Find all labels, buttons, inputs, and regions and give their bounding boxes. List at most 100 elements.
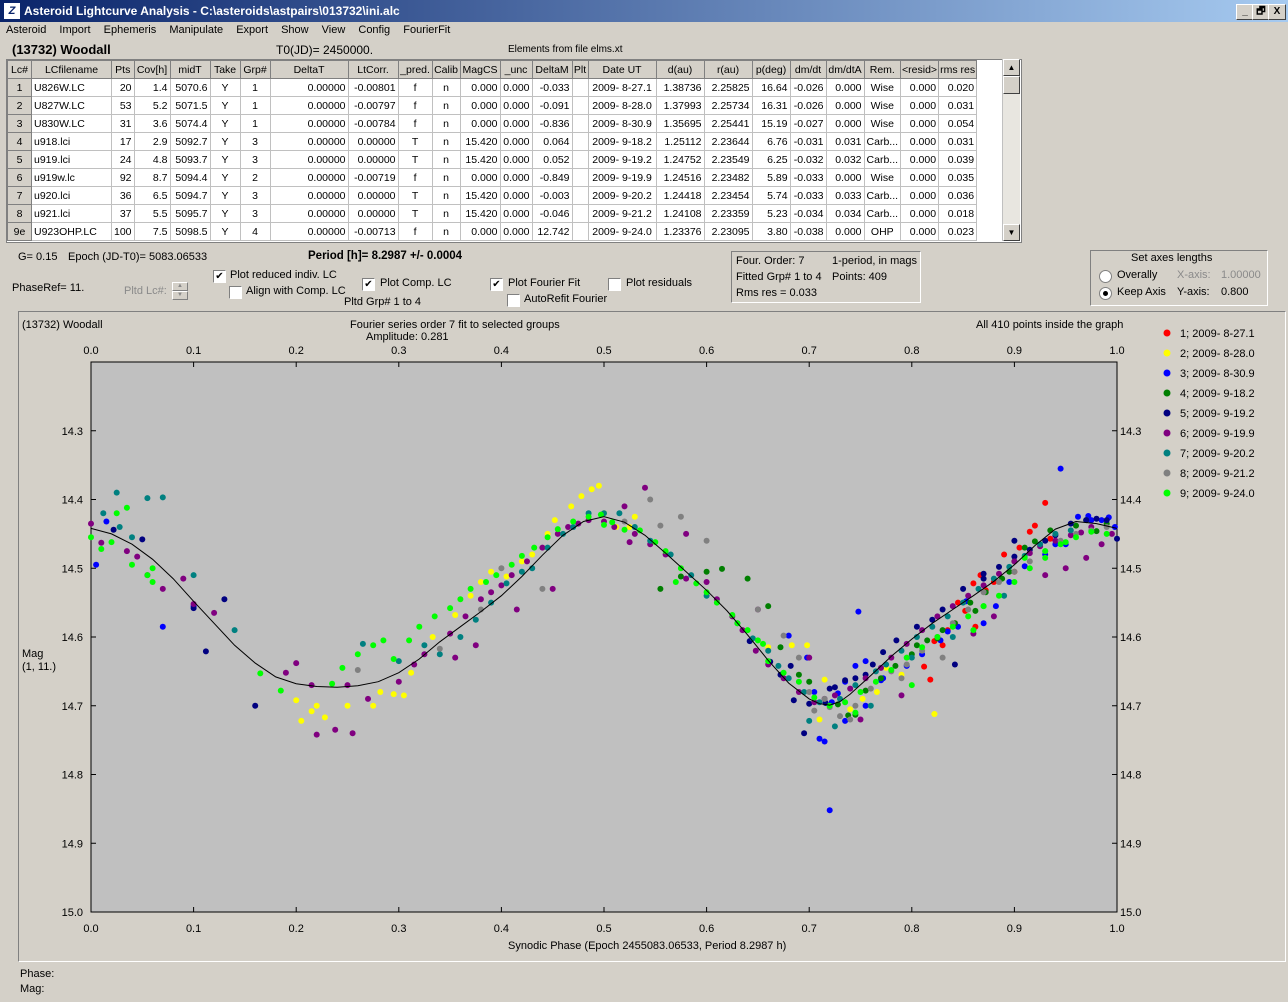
- data-point: [842, 717, 849, 724]
- data-point: [377, 689, 384, 695]
- data-point: [344, 702, 351, 709]
- data-point: [898, 692, 905, 699]
- data-point: [390, 656, 397, 662]
- data-point: [472, 642, 479, 649]
- data-point: [1088, 528, 1095, 535]
- data-point: [683, 575, 690, 582]
- y-tick-label-right: 15.0: [1120, 907, 1141, 919]
- data-point: [1042, 499, 1049, 506]
- legend-label[interactable]: 7; 2009- 9-20.2: [1180, 448, 1255, 460]
- legend-swatch: [1163, 409, 1171, 417]
- data-point: [996, 592, 1002, 599]
- data-point: [831, 723, 838, 730]
- x-tick-label-top: 0.9: [1007, 345, 1022, 357]
- legend-label[interactable]: 4; 2009- 9-18.2: [1180, 388, 1255, 400]
- data-point: [719, 565, 725, 572]
- y-tick-label-right: 14.9: [1120, 838, 1141, 850]
- data-point: [277, 687, 284, 694]
- data-point: [795, 654, 802, 661]
- legend-label[interactable]: 6; 2009- 9-19.9: [1180, 428, 1255, 440]
- data-point: [1073, 534, 1079, 541]
- data-point: [551, 517, 558, 524]
- legend-swatch: [1163, 369, 1171, 377]
- y-tick-label-left: 14.8: [62, 770, 83, 782]
- data-point: [826, 702, 833, 709]
- data-point: [801, 689, 808, 695]
- x-tick-label-bottom: 1.0: [1109, 923, 1124, 935]
- x-tick-label-bottom: 0.3: [391, 923, 406, 935]
- data-point: [944, 628, 951, 635]
- data-point: [806, 700, 813, 707]
- data-point: [913, 623, 920, 630]
- data-point: [1062, 539, 1069, 546]
- data-point: [98, 546, 105, 552]
- data-point: [518, 552, 525, 559]
- data-point: [777, 644, 784, 651]
- data-point: [513, 606, 520, 613]
- data-point: [549, 585, 556, 592]
- data-point: [1103, 517, 1110, 524]
- data-point: [821, 738, 828, 745]
- data-point: [821, 695, 828, 702]
- data-point: [775, 662, 782, 669]
- data-point: [129, 561, 135, 568]
- data-point: [996, 579, 1002, 585]
- data-point: [855, 608, 862, 615]
- data-point: [88, 534, 94, 541]
- data-point: [488, 589, 495, 596]
- legend-swatch: [1163, 469, 1171, 477]
- plot-area[interactable]: [90, 361, 1118, 913]
- data-point: [503, 580, 510, 587]
- data-point: [1093, 515, 1100, 522]
- legend-label[interactable]: 5; 2009- 9-19.2: [1180, 408, 1255, 420]
- data-point: [354, 651, 361, 658]
- data-point: [873, 689, 880, 695]
- data-point: [98, 539, 105, 546]
- data-point: [621, 526, 628, 533]
- data-point: [406, 637, 413, 644]
- lightcurve-chart[interactable]: 0.0 0.0 0.1 0.1 0.2 0.2 0.3 0.3 0.4 0.4 0.5 0.5 0.6 0…: [0, 0, 1288, 1002]
- data-point: [483, 579, 489, 585]
- y-tick-label-right: 14.5: [1120, 563, 1141, 575]
- data-point: [1011, 579, 1018, 585]
- legend-label[interactable]: 2; 2009- 8-28.0: [1180, 348, 1255, 360]
- data-point: [113, 510, 120, 517]
- data-point: [806, 654, 813, 661]
- data-point: [282, 669, 289, 676]
- y-tick-label-right: 14.8: [1120, 770, 1141, 782]
- data-point: [616, 510, 623, 517]
- data-point: [313, 702, 320, 709]
- y-tick-label-left: 15.0: [62, 907, 83, 919]
- data-point: [760, 640, 766, 647]
- data-point: [949, 623, 956, 630]
- data-point: [477, 596, 484, 603]
- data-point: [416, 623, 423, 630]
- data-point: [806, 678, 813, 685]
- data-point: [804, 642, 811, 649]
- data-point: [568, 503, 575, 510]
- data-point: [898, 647, 905, 654]
- legend-label[interactable]: 1; 2009- 8-27.1: [1180, 328, 1255, 340]
- x-tick-label-top: 0.8: [904, 345, 919, 357]
- data-point: [924, 637, 931, 644]
- data-point: [257, 670, 264, 677]
- data-point: [847, 716, 854, 723]
- data-point: [831, 692, 838, 699]
- data-point: [934, 634, 941, 640]
- data-point: [626, 539, 633, 546]
- data-point: [88, 520, 94, 527]
- data-point: [123, 548, 130, 555]
- data-point: [159, 494, 166, 501]
- legend-label[interactable]: 9; 2009- 9-24.0: [1180, 488, 1255, 500]
- data-point: [878, 675, 884, 682]
- data-point: [1057, 465, 1064, 472]
- y-tick-label-left: 14.9: [62, 838, 83, 850]
- legend-label[interactable]: 3; 2009- 8-30.9: [1180, 368, 1255, 380]
- data-point: [570, 518, 577, 525]
- data-point: [1075, 513, 1081, 520]
- data-point: [134, 553, 141, 560]
- legend-label[interactable]: 8; 2009- 9-21.2: [1180, 468, 1255, 480]
- data-point: [293, 660, 300, 667]
- data-point: [308, 708, 315, 715]
- data-point: [349, 730, 356, 737]
